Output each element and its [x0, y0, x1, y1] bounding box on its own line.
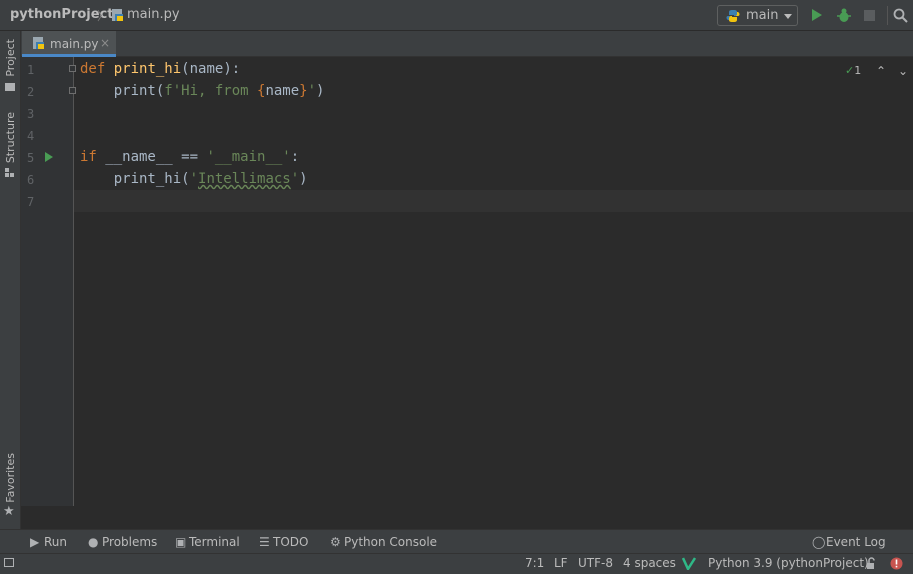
terminal-tool-button[interactable]: ▣ Terminal	[175, 535, 240, 549]
line-number: 3	[27, 107, 35, 121]
fold-marker-icon[interactable]	[69, 87, 76, 94]
code-brace: }	[299, 83, 308, 99]
lock-icon[interactable]	[866, 557, 877, 570]
code-line-6: print_hi('Intellimacs')	[80, 171, 308, 187]
line-number: 5	[27, 151, 35, 165]
code-text: (name):	[181, 61, 241, 77]
play-icon: ▶	[30, 535, 40, 549]
line-number: 7	[27, 195, 35, 209]
code-string: '	[307, 83, 317, 99]
code-string: '__main__'	[206, 149, 291, 165]
code-string: '	[189, 171, 199, 187]
python-console-tool-button[interactable]: ⚙ Python Console	[330, 535, 437, 549]
run-gutter-icon[interactable]	[45, 152, 53, 162]
code-line-5: if __name__ == '__main__':	[80, 149, 299, 165]
indent-setting[interactable]: 4 spaces	[623, 556, 676, 570]
event-log-icon: ◯	[812, 535, 826, 549]
caret-row-highlight	[74, 190, 913, 212]
tab-main-py[interactable]: main.py ×	[22, 31, 116, 57]
run-tool-label: Run	[44, 535, 68, 549]
list-icon: ☰	[259, 535, 270, 549]
code-line-1: def print_hi(name):	[80, 61, 240, 77]
run-configuration-label: main	[746, 8, 779, 23]
chevron-down-icon	[784, 14, 792, 19]
chevron-down-icon[interactable]: ⌄	[898, 64, 908, 78]
line-number: 4	[27, 129, 35, 143]
line-number: 6	[27, 173, 35, 187]
structure-tool-tab[interactable]: Structure	[4, 112, 17, 163]
code-variable: name	[265, 83, 300, 99]
line-number: 2	[27, 85, 35, 99]
python-file-icon	[33, 37, 44, 49]
error-icon[interactable]	[890, 557, 903, 570]
inspection-widget[interactable]: ✓1	[845, 64, 861, 77]
editor-gutter	[21, 57, 74, 506]
stop-icon[interactable]	[864, 10, 875, 21]
code-string: '	[290, 171, 300, 187]
run-icon[interactable]	[812, 9, 822, 21]
line-separator[interactable]: LF	[554, 556, 568, 570]
code-text: )	[316, 83, 325, 99]
tool-window-toggle-icon[interactable]	[4, 558, 14, 567]
editor-tab-bar	[21, 31, 913, 57]
code-editor[interactable]	[74, 57, 913, 506]
folder-icon	[5, 83, 15, 91]
toolbar-divider	[887, 6, 888, 25]
python-icon	[726, 10, 740, 22]
search-icon[interactable]	[893, 8, 908, 23]
code-string: f'Hi, from	[164, 83, 258, 99]
file-encoding[interactable]: UTF-8	[578, 556, 613, 570]
fold-marker-icon[interactable]	[69, 65, 76, 72]
chevron-up-icon[interactable]: ⌃	[876, 64, 886, 78]
vim-icon[interactable]	[682, 557, 696, 570]
python-console-icon: ⚙	[330, 535, 341, 549]
inspection-count: 1	[854, 64, 862, 77]
info-icon: ●	[88, 535, 99, 549]
line-number: 1	[27, 63, 35, 77]
problems-tool-button[interactable]: ● Problems	[88, 535, 157, 549]
code-text: )	[299, 171, 308, 187]
code-function-name: print_hi	[113, 61, 182, 77]
structure-icon	[5, 168, 14, 177]
run-configuration-selector[interactable]: main	[717, 5, 798, 26]
code-text: :	[290, 149, 300, 165]
code-keyword: if	[80, 149, 97, 165]
debug-icon[interactable]	[837, 8, 851, 23]
python-console-tool-label: Python Console	[344, 535, 438, 549]
code-text: print(	[113, 83, 165, 99]
event-log-tool-label: Event Log	[826, 535, 886, 549]
favorites-tool-tab[interactable]: Favorites	[4, 453, 17, 503]
run-tool-button[interactable]: ▶ Run	[30, 535, 67, 549]
breadcrumb-file[interactable]: main.py	[127, 7, 180, 22]
code-line-2: print(f'Hi, from {name}')	[80, 83, 325, 99]
caret-position[interactable]: 7:1	[525, 556, 544, 570]
python-interpreter[interactable]: Python 3.9 (pythonProject)	[708, 556, 869, 570]
terminal-tool-label: Terminal	[189, 535, 240, 549]
code-string-typo: Intellimacs	[198, 171, 291, 187]
problems-tool-label: Problems	[102, 535, 158, 549]
code-text: __name__ ==	[96, 149, 207, 165]
python-file-icon	[112, 9, 123, 21]
todo-tool-button[interactable]: ☰ TODO	[259, 535, 308, 549]
todo-tool-label: TODO	[273, 535, 309, 549]
code-text: print_hi(	[113, 171, 190, 187]
star-icon: ★	[3, 504, 15, 519]
project-tool-tab[interactable]: Project	[4, 39, 17, 77]
tab-label: main.py	[50, 37, 99, 51]
terminal-icon: ▣	[175, 535, 187, 549]
event-log-tool-button[interactable]: ◯Event Log	[812, 535, 886, 549]
check-icon: ✓	[845, 64, 855, 77]
breadcrumb-separator: 〉	[97, 9, 110, 23]
code-keyword: def	[80, 61, 106, 77]
close-icon[interactable]: ×	[100, 36, 110, 50]
